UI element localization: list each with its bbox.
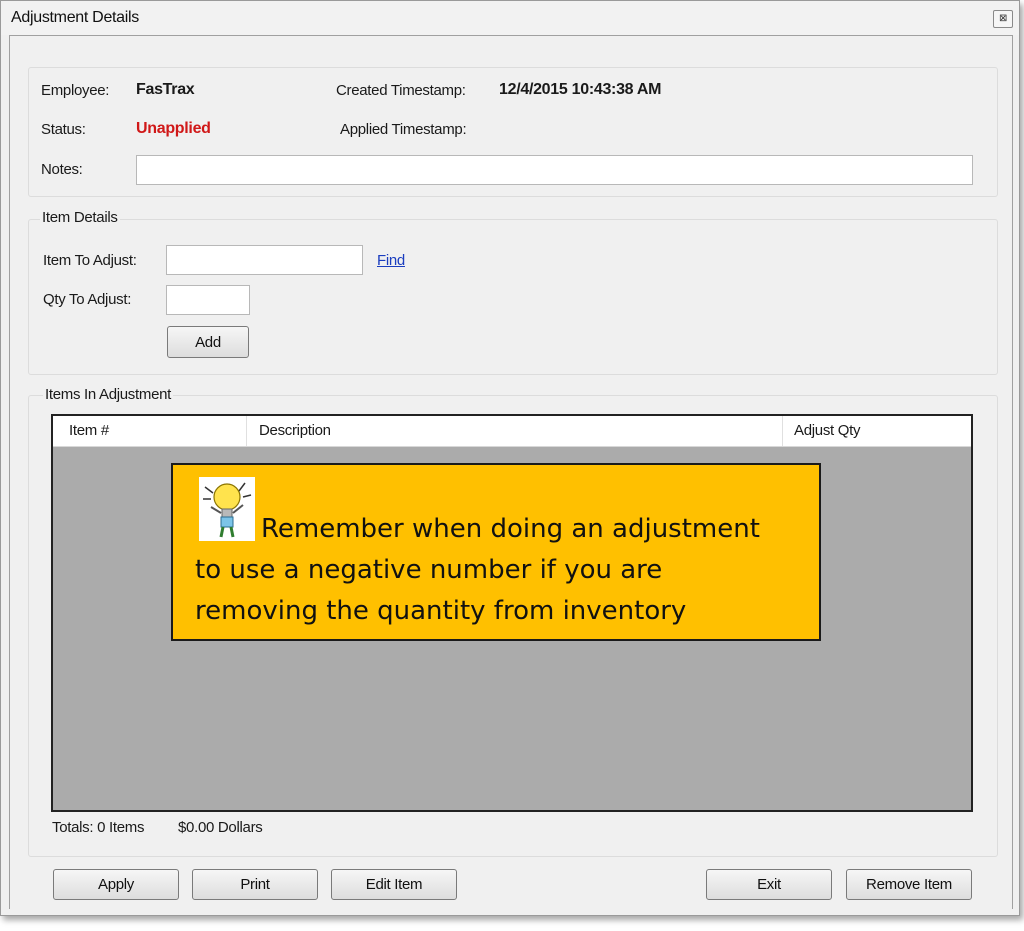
print-button[interactable]: Print <box>192 869 318 900</box>
created-timestamp-value: 12/4/2015 10:43:38 AM <box>499 81 662 98</box>
applied-timestamp-label: Applied Timestamp: <box>340 121 467 138</box>
column-header-adjust-qty[interactable]: Adjust Qty <box>783 416 971 446</box>
apply-button[interactable]: Apply <box>53 869 179 900</box>
item-to-adjust-input[interactable] <box>166 245 363 275</box>
adjustment-details-window: Adjustment Details ⊠ Employee: FasTrax C… <box>0 0 1020 916</box>
edit-item-button[interactable]: Edit Item <box>331 869 457 900</box>
item-details-legend: Item Details <box>40 209 120 226</box>
window-title: Adjustment Details <box>11 9 139 26</box>
callout-message: Remember when doing an adjustment to use… <box>195 509 805 632</box>
totals-dollars: $0.00 Dollars <box>178 819 263 836</box>
remove-item-button[interactable]: Remove Item <box>846 869 972 900</box>
item-to-adjust-label: Item To Adjust: <box>43 252 137 269</box>
exit-button[interactable]: Exit <box>706 869 832 900</box>
grid-header: Item # Description Adjust Qty <box>53 416 971 447</box>
callout-line-2: to use a negative number if you are <box>195 555 663 585</box>
close-button[interactable]: ⊠ <box>993 10 1013 28</box>
column-header-description[interactable]: Description <box>247 416 783 446</box>
notes-input[interactable] <box>136 155 973 185</box>
title-bar[interactable]: Adjustment Details ⊠ <box>1 1 1019 35</box>
status-label: Status: <box>41 121 86 138</box>
status-value: Unapplied <box>136 120 211 137</box>
find-link[interactable]: Find <box>377 252 405 269</box>
totals-items: Totals: 0 Items <box>52 819 145 836</box>
created-timestamp-label: Created Timestamp: <box>336 82 466 99</box>
add-button[interactable]: Add <box>167 326 249 358</box>
callout-line-1: Remember when doing an adjustment <box>261 514 760 544</box>
employee-value: FasTrax <box>136 81 195 98</box>
employee-label: Employee: <box>41 82 110 99</box>
close-icon: ⊠ <box>998 13 1008 24</box>
qty-to-adjust-label: Qty To Adjust: <box>43 291 132 308</box>
callout-line-3: removing the quantity from inventory <box>195 596 687 626</box>
qty-to-adjust-input[interactable] <box>166 285 250 315</box>
tip-callout: Remember when doing an adjustment to use… <box>171 463 821 641</box>
column-header-item-number[interactable]: Item # <box>53 416 247 446</box>
items-in-adjustment-legend: Items In Adjustment <box>43 386 174 403</box>
notes-label: Notes: <box>41 161 83 178</box>
